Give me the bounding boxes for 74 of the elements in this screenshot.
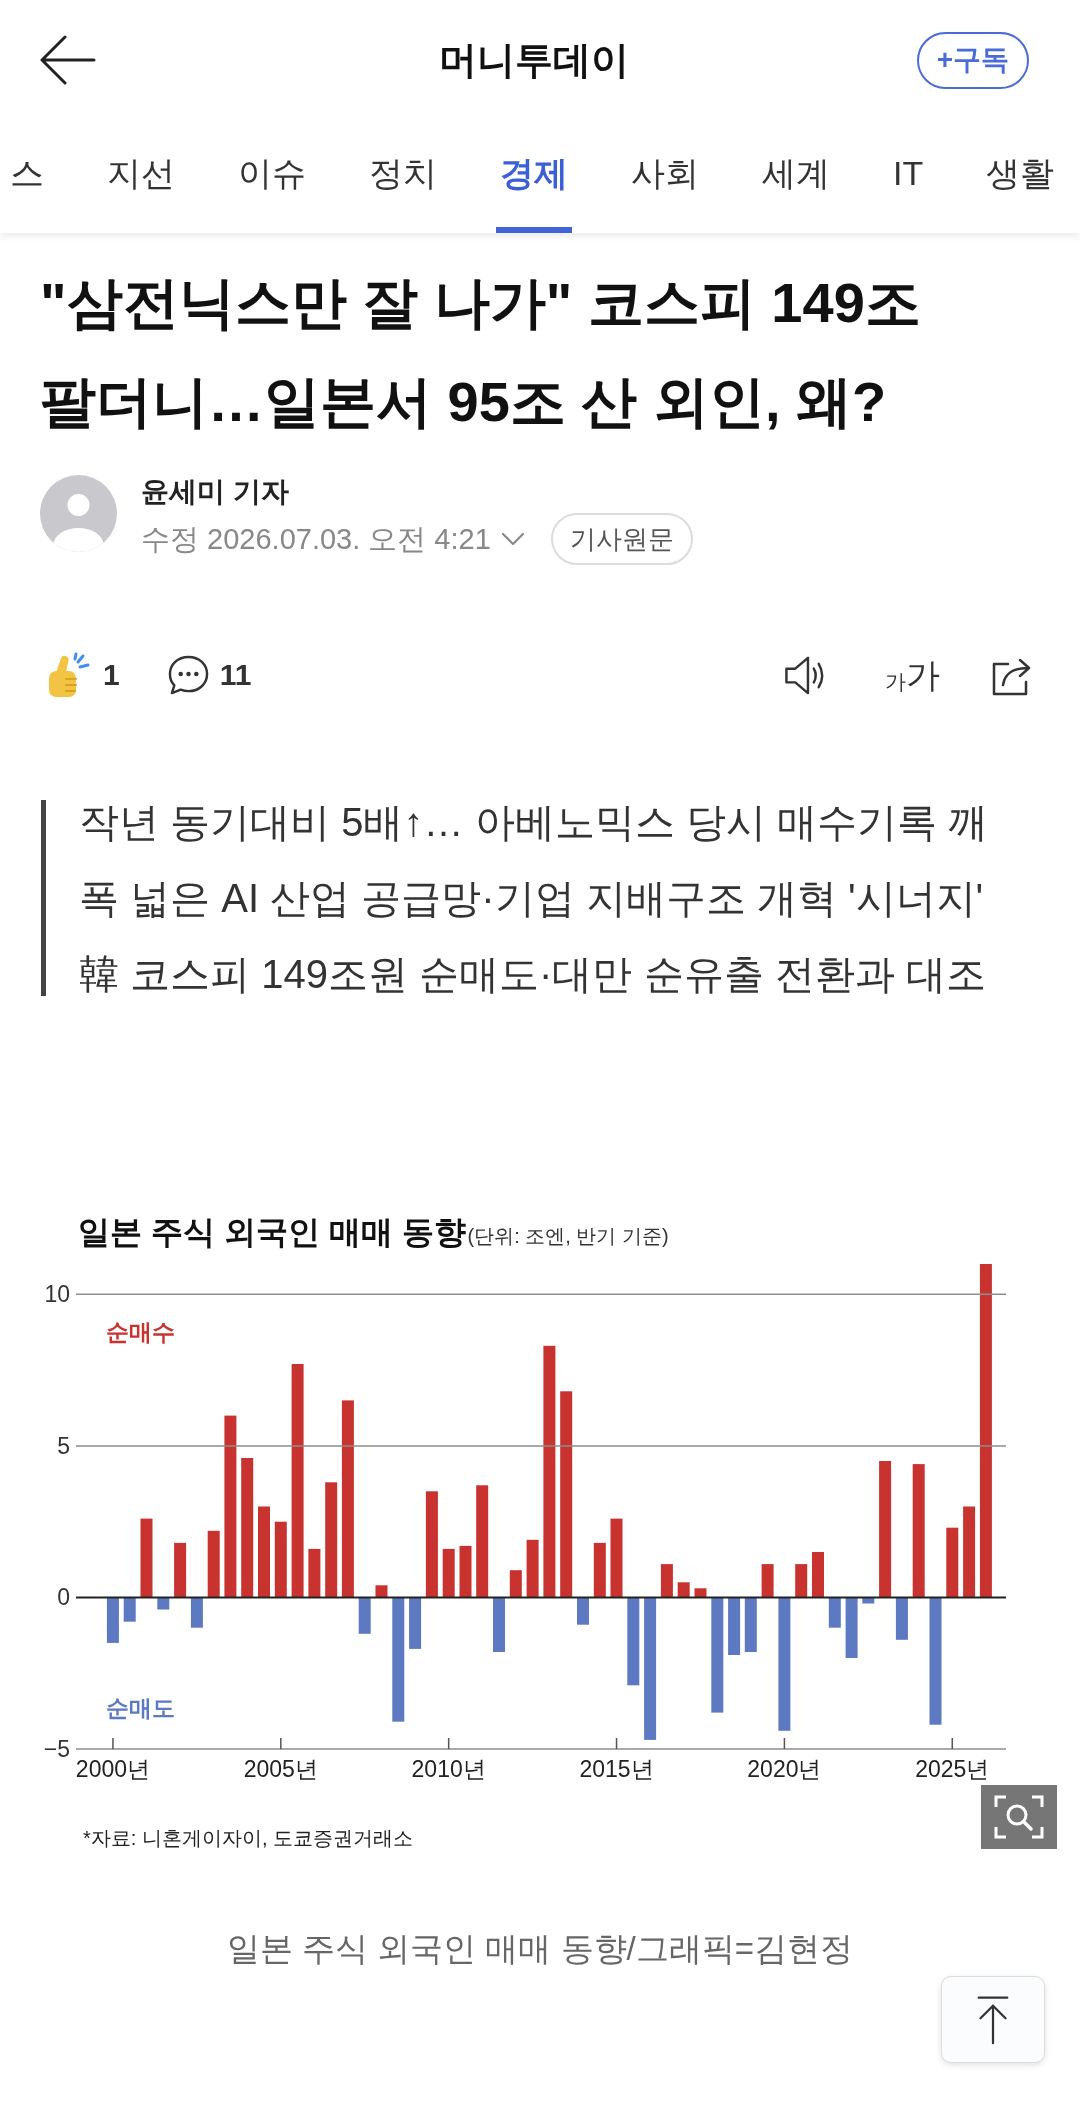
summary-line: 폭 넓은 AI 산업 공급망·기업 지배구조 개혁 '시너지' (79, 876, 984, 920)
y-axis-label: 5 (57, 1432, 70, 1459)
app-title: 머니투데이 (438, 38, 629, 83)
chart-bar (190, 1597, 203, 1628)
chart-bar (526, 1539, 539, 1598)
chart-bar (509, 1570, 522, 1598)
chart-bar (375, 1585, 388, 1598)
legend-label: 순매수 (106, 1319, 175, 1345)
avatar-icon (40, 475, 117, 552)
summary-line: 韓 코스피 149조원 순매도·대만 순유출 전환과 대조 (79, 952, 986, 996)
category-tab[interactable]: 스 (6, 120, 48, 233)
chart-bar (862, 1597, 875, 1604)
subscribe-button[interactable]: +구독 (916, 31, 1029, 89)
image-caption: 일본 주식 외국인 매매 동향/그래픽=김현정 (226, 1929, 854, 1969)
category-tab[interactable]: 지선 (103, 120, 179, 233)
category-tab[interactable]: 경제 (496, 120, 572, 233)
x-axis-label: 2000년 (75, 1756, 150, 1782)
unit-note: (단위: 조엔, 반기 기준) (467, 1224, 669, 1249)
back-button[interactable] (38, 35, 96, 85)
category-tab[interactable]: 이슈 (234, 120, 310, 233)
summary-line: 작년 동기대비 5배↑… 아베노믹스 당시 매수기록 깨 (79, 800, 988, 844)
chart-bar (493, 1597, 505, 1652)
scroll-top-button[interactable] (941, 1976, 1045, 2063)
chart-bar (106, 1597, 119, 1643)
y-axis-label: 10 (44, 1281, 70, 1308)
category-tab[interactable]: 세계 (758, 120, 834, 233)
chart-bar (660, 1564, 673, 1598)
chart-bar (409, 1597, 422, 1649)
chart-bar (744, 1597, 757, 1652)
x-axis-label: 2025년 (915, 1756, 990, 1782)
chart-bar (946, 1527, 959, 1598)
chart-bar (795, 1564, 808, 1598)
comment-icon[interactable] (166, 653, 210, 697)
image-zoom-button[interactable] (981, 1785, 1057, 1849)
update-time: 수정 2026.07.03. 오전 4:21 (141, 522, 491, 557)
article-title: "삼전닉스만 잘 나가" 코스피 149조 팔더니…일본서 95조 산 외인, 왜? (39, 270, 922, 435)
chart-bar (207, 1530, 220, 1598)
x-axis-label: 2020년 (747, 1756, 822, 1782)
comment-count: 11 (219, 660, 252, 690)
y-axis-label: 0 (57, 1584, 70, 1611)
chart-bar (895, 1597, 908, 1640)
like-count: 1 (103, 660, 120, 690)
chart-bar (845, 1597, 858, 1658)
chart-bar (728, 1597, 741, 1655)
chart-bar (174, 1542, 187, 1598)
x-axis-label: 2015년 (579, 1756, 654, 1782)
category-tab[interactable]: 생활 (982, 120, 1059, 233)
text-size-button[interactable]: 가가 (885, 658, 940, 692)
chart-bar (442, 1548, 455, 1598)
category-tab[interactable]: IT (889, 120, 928, 233)
source-note: *자료: 니혼게이자이, 도쿄증권거래소 (83, 1826, 413, 1851)
chart-bar (459, 1545, 472, 1598)
x-axis-label: 2010년 (411, 1756, 486, 1782)
chart-bar (358, 1597, 371, 1634)
chart-bar (761, 1564, 774, 1598)
arrow-up-icon (975, 1994, 1011, 2045)
chart-bar (694, 1588, 707, 1598)
original-article-button[interactable]: 기사원문 (550, 513, 693, 565)
chart-bar (123, 1597, 136, 1622)
legend-label: 순매도 (106, 1695, 175, 1721)
chart-bar (577, 1597, 589, 1625)
category-tab[interactable]: 정치 (365, 120, 441, 233)
chart-bar (828, 1597, 841, 1628)
chart-bar (308, 1548, 321, 1598)
y-axis-label: −5 (43, 1736, 70, 1762)
magnifier-icon (994, 1795, 1044, 1839)
category-tab[interactable]: 사회 (627, 120, 703, 233)
author-name: 윤세미 기자 (141, 475, 289, 509)
chart-title: 일본 주식 외국인 매매 동향 (78, 1213, 466, 1252)
x-axis-label: 2005년 (243, 1756, 318, 1782)
chart-bar (812, 1552, 824, 1598)
arrow-left-icon (38, 35, 96, 85)
chevron-down-icon[interactable] (500, 532, 525, 546)
chart-bar (593, 1542, 606, 1598)
